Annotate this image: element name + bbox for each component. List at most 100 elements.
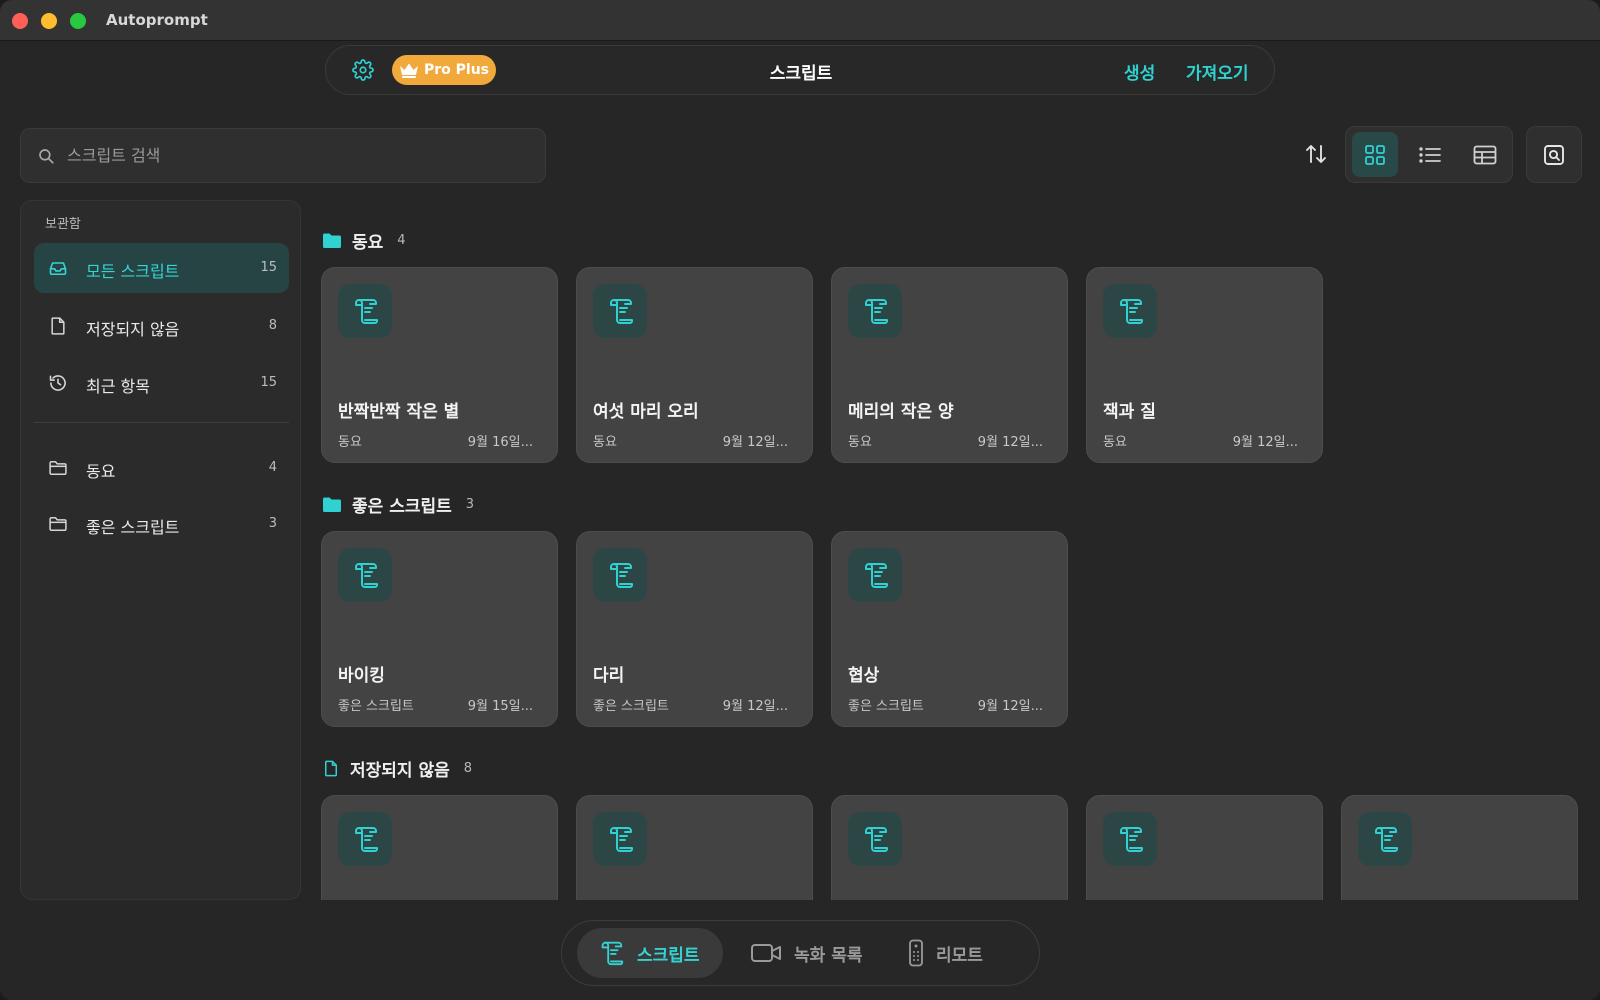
view-mode-switcher	[1345, 126, 1513, 183]
preview-button[interactable]	[1526, 126, 1582, 183]
card-folder: 좋은 스크립트	[593, 699, 669, 714]
sidebar-item-folder-good-scripts[interactable]: 좋은 스크립트 3	[34, 499, 289, 549]
tab-label: 녹화 목록	[794, 945, 863, 966]
scroll-icon	[593, 284, 647, 338]
card-title: 메리의 작은 양	[848, 402, 954, 422]
search-box[interactable]	[20, 128, 546, 183]
card-title: 바이킹	[338, 666, 385, 686]
script-card[interactable]	[831, 795, 1068, 900]
table-view-button[interactable]	[1462, 132, 1508, 177]
close-window-button[interactable]	[12, 13, 28, 29]
video-camera-icon	[750, 941, 782, 965]
sidebar-item-folder-nursery[interactable]: 동요 4	[34, 443, 289, 493]
scroll-icon	[848, 284, 902, 338]
script-card[interactable]: 메리의 작은 양 동요 9월 12일...	[831, 267, 1068, 463]
prompter-preview-icon	[1542, 143, 1566, 167]
script-card[interactable]: 잭과 질 동요 9월 12일...	[1086, 267, 1323, 463]
sidebar-item-label: 좋은 스크립트	[86, 518, 180, 537]
sidebar-section-label: 보관함	[45, 217, 81, 232]
search-input[interactable]	[67, 129, 527, 182]
scroll-icon	[593, 548, 647, 602]
card-title: 협상	[848, 666, 880, 686]
sidebar-item-count: 8	[268, 318, 277, 333]
minimize-window-button[interactable]	[41, 13, 57, 29]
bottom-tab-bar: 스크립트 녹화 목록 리모트	[561, 920, 1040, 986]
sidebar-item-label: 저장되지 않음	[86, 320, 180, 339]
sidebar-item-label: 동요	[86, 462, 116, 481]
card-folder: 동요	[848, 435, 872, 450]
sort-arrows-icon	[1304, 142, 1332, 166]
scroll-icon	[848, 548, 902, 602]
settings-gear-icon[interactable]	[352, 59, 374, 81]
history-icon	[48, 373, 68, 393]
card-date: 9월 15일...	[467, 699, 533, 714]
sidebar-item-count: 4	[268, 460, 277, 475]
script-card[interactable]	[1086, 795, 1323, 900]
maximize-window-button[interactable]	[70, 13, 86, 29]
title-bar: Autoprompt	[0, 0, 1600, 41]
tab-scripts[interactable]: 스크립트	[577, 928, 723, 978]
card-title: 잭과 질	[1103, 402, 1156, 422]
sidebar-item-label: 모든 스크립트	[86, 262, 180, 281]
folder-filled-icon	[322, 232, 342, 249]
sidebar-item-unsaved[interactable]: 저장되지 않음 8	[34, 301, 289, 351]
grid-view-button[interactable]	[1352, 132, 1398, 177]
group-title: 저장되지 않음	[350, 761, 450, 781]
sidebar-item-label: 최근 항목	[86, 377, 150, 396]
sort-button[interactable]	[1304, 142, 1332, 170]
group-header[interactable]: 좋은 스크립트 3	[322, 492, 474, 517]
sidebar-item-count: 15	[260, 260, 277, 275]
sidebar-item-count: 3	[268, 516, 277, 531]
script-card[interactable]	[1341, 795, 1578, 900]
folder-filled-icon	[322, 496, 342, 513]
group-title: 좋은 스크립트	[352, 497, 452, 517]
scroll-icon	[848, 812, 902, 866]
list-view-button[interactable]	[1407, 132, 1453, 177]
app-window: Autoprompt Pro Plus 스크립트 생성 가져오기 스크립트 검색…	[0, 0, 1600, 1000]
search-icon	[37, 147, 55, 165]
group-count: 8	[463, 761, 473, 776]
folder-icon	[48, 514, 68, 534]
card-date: 9월 12일...	[722, 699, 788, 714]
card-date: 9월 16일...	[467, 435, 533, 450]
script-card[interactable]: 여섯 마리 오리 동요 9월 12일...	[576, 267, 813, 463]
scroll-icon	[1103, 812, 1157, 866]
folder-icon	[48, 458, 68, 478]
script-card[interactable]	[576, 795, 813, 900]
window-title: Autoprompt	[106, 11, 208, 29]
card-date: 9월 12일...	[977, 435, 1043, 450]
tab-recordings[interactable]: 녹화 목록	[740, 928, 870, 978]
badge-label: Pro Plus	[423, 62, 490, 78]
sidebar-item-recent[interactable]: 최근 항목 15	[34, 358, 289, 408]
group-header[interactable]: 저장되지 않음 8	[322, 756, 472, 781]
card-folder: 동요	[1103, 435, 1127, 450]
tab-remote[interactable]: 리모트	[892, 928, 1012, 978]
scroll-icon	[338, 812, 392, 866]
card-folder: 좋은 스크립트	[848, 699, 924, 714]
sidebar: 보관함 모든 스크립트 15 저장되지 않음 8 최근 항목 15 동요 4 좋…	[20, 200, 301, 900]
import-button[interactable]: 가져오기	[1186, 59, 1249, 84]
inbox-icon	[48, 258, 68, 278]
grid-icon	[1364, 144, 1386, 166]
header-bar: Pro Plus 스크립트 생성 가져오기	[325, 45, 1275, 95]
script-grid: 동요 4 반짝반짝 작은 별 동요 9월 16일... 여섯 마리 오리 동요 …	[320, 200, 1600, 900]
group-count: 3	[465, 497, 475, 512]
card-title: 다리	[593, 666, 625, 686]
card-date: 9월 12일...	[722, 435, 788, 450]
sidebar-divider	[34, 422, 289, 423]
group-count: 4	[397, 233, 406, 248]
script-card[interactable]: 바이킹 좋은 스크립트 9월 15일...	[321, 531, 558, 727]
remote-icon	[908, 939, 924, 967]
card-title: 여섯 마리 오리	[593, 402, 699, 422]
script-card[interactable]: 다리 좋은 스크립트 9월 12일...	[576, 531, 813, 727]
pro-plus-badge[interactable]: Pro Plus	[392, 55, 496, 85]
script-card[interactable]: 협상 좋은 스크립트 9월 12일...	[831, 531, 1068, 727]
group-header[interactable]: 동요 4	[322, 228, 406, 253]
sidebar-item-all-scripts[interactable]: 모든 스크립트 15	[34, 243, 289, 293]
list-icon	[1418, 144, 1442, 166]
card-title: 반짝반짝 작은 별	[338, 402, 460, 422]
create-button[interactable]: 생성	[1124, 59, 1155, 84]
script-card[interactable]: 반짝반짝 작은 별 동요 9월 16일...	[321, 267, 558, 463]
scroll-icon	[593, 812, 647, 866]
script-card[interactable]	[321, 795, 558, 900]
